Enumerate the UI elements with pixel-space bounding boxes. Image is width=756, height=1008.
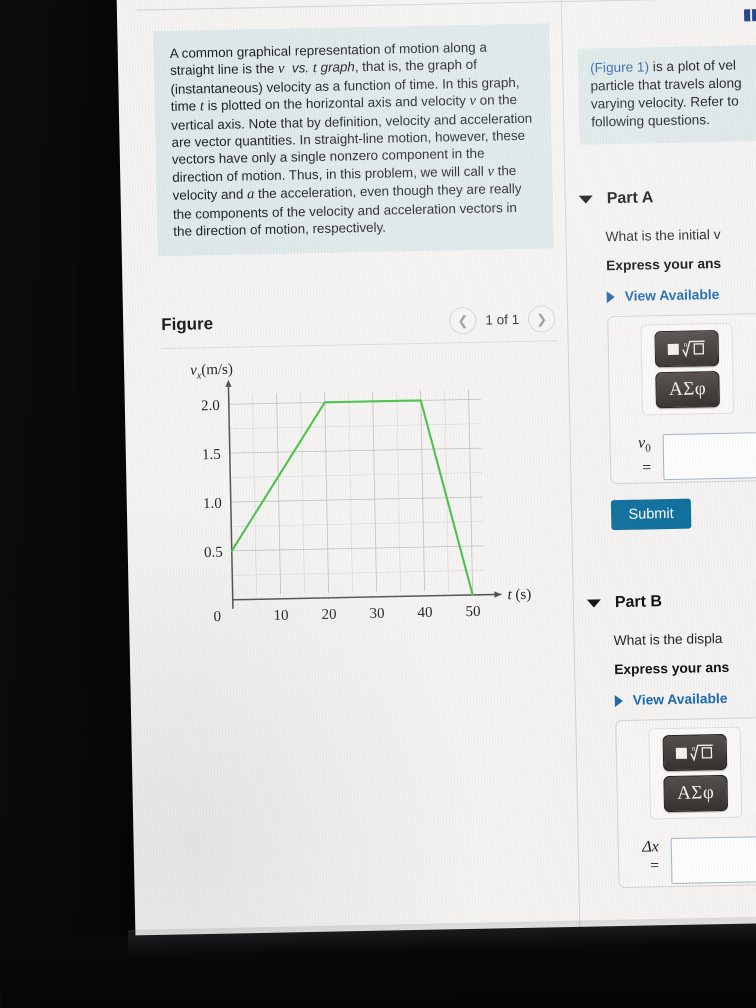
part-b-equals: = (649, 857, 660, 875)
svg-text:30: 30 (369, 606, 384, 622)
svg-text:50: 50 (465, 604, 480, 620)
intro-paragraph: A common graphical representation of mot… (169, 39, 533, 239)
right-column: Review (Figure 1) is a plot of vel parti… (569, 0, 756, 933)
chevron-right-icon[interactable]: ❯ (527, 305, 556, 333)
svg-text:0: 0 (213, 609, 221, 625)
part-b-math-toolbar: n ΑΣφ (648, 726, 743, 820)
square-root-template-icon[interactable]: n (654, 329, 720, 368)
part-a-question: What is the initial v (605, 226, 721, 245)
left-column: A common graphical representation of mot… (137, 7, 575, 935)
part-a-subscript: 0 (645, 442, 651, 455)
svg-text:n: n (684, 341, 688, 349)
part-b-hint-label: View Available (632, 690, 728, 708)
monitor-screen: What Velocity vs. Time Graphs Can Tell Y… (116, 0, 756, 966)
problem-line-4: following questions. (591, 112, 710, 130)
part-a-title: Part A (606, 189, 654, 208)
part-b-hint-toggle[interactable]: View Available (583, 689, 756, 709)
part-b-symbol: Δx (642, 838, 659, 856)
part-b-field-label: Δx = (633, 838, 660, 875)
part-a-field-label: v0 = (625, 434, 652, 477)
caret-right-icon[interactable] (614, 694, 623, 707)
greek-symbols-button[interactable]: ΑΣφ (655, 370, 720, 409)
svg-text:2.0: 2.0 (201, 398, 220, 414)
part-b-header[interactable]: Part B (581, 590, 756, 613)
caret-right-icon[interactable] (606, 290, 615, 303)
part-a-field-row: v0 = (625, 430, 756, 481)
part-a-express: Express your ans (605, 255, 722, 274)
intro-card: A common graphical representation of mot… (153, 23, 554, 257)
svg-text:40: 40 (417, 605, 432, 621)
svg-text:0.5: 0.5 (204, 545, 223, 561)
part-b-answer-box: n ΑΣφ Δx = (615, 715, 756, 889)
part-a-hint-label: View Available (624, 286, 720, 304)
caret-down-icon[interactable] (586, 599, 601, 608)
velocity-time-chart: 0.5 1.0 1.5 2.0 0 10 20 30 40 50 vx(m/s) t (s) (162, 355, 568, 663)
part-a-math-toolbar: n ΑΣφ (640, 322, 735, 416)
figure-nav: ❮ 1 of 1 ❯ (449, 305, 556, 335)
part-b-greek-label: ΑΣφ (676, 782, 715, 804)
part-a-section: Part A What is the initial v Express you… (573, 186, 756, 531)
part-b-express: Express your ans (614, 659, 730, 678)
screenshot-stage: What Velocity vs. Time Graphs Can Tell Y… (0, 0, 756, 1008)
greek-symbols-button[interactable]: ΑΣφ (663, 774, 729, 813)
part-a-header[interactable]: Part A (573, 186, 756, 209)
caret-down-icon[interactable] (578, 195, 593, 204)
square-root-template-icon[interactable]: n (662, 733, 728, 772)
part-b-question: What is the displa (613, 630, 723, 649)
part-a-answer-box: n ΑΣφ v0 = (607, 311, 756, 485)
svg-text:10: 10 (273, 608, 288, 624)
problem-line-1-rest: is a plot of vel (648, 57, 737, 75)
figure-count: 1 of 1 (485, 311, 520, 328)
sqrt-glyph: n (675, 744, 713, 762)
chart-svg: 0.5 1.0 1.5 2.0 0 10 20 30 40 50 vx(m/s) t (s) (190, 362, 531, 625)
svg-text:20: 20 (321, 607, 336, 623)
part-b-section: Part B What is the displa Express your a… (581, 590, 756, 889)
svg-text:vx(m/s): vx(m/s) (190, 362, 233, 382)
problem-statement-card: (Figure 1) is a plot of vel particle tha… (577, 43, 756, 145)
part-a-hint-toggle[interactable]: View Available (575, 285, 756, 305)
part-a-greek-label: ΑΣφ (668, 378, 707, 400)
part-a-answer-input[interactable] (662, 430, 756, 481)
svg-text:1.5: 1.5 (202, 447, 221, 463)
part-b-answer-input[interactable] (670, 834, 756, 885)
svg-text:n: n (692, 745, 696, 753)
part-a-equals: = (641, 459, 652, 477)
book-icon (743, 9, 756, 22)
part-b-title: Part B (614, 593, 663, 612)
problem-line-3: varying velocity. Refer to (590, 93, 739, 112)
svg-text:1.0: 1.0 (203, 496, 222, 512)
chevron-left-icon[interactable]: ❮ (449, 306, 477, 335)
svg-text:t (s): t (s) (507, 587, 531, 603)
figure-label: Figure (161, 314, 214, 335)
review-link[interactable]: Review (743, 6, 756, 23)
figure-1-link[interactable]: (Figure 1) (590, 59, 649, 75)
part-b-field-row: Δx = (633, 834, 756, 885)
sqrt-glyph: n (667, 340, 705, 358)
part-a-submit-button[interactable]: Submit (610, 498, 692, 531)
